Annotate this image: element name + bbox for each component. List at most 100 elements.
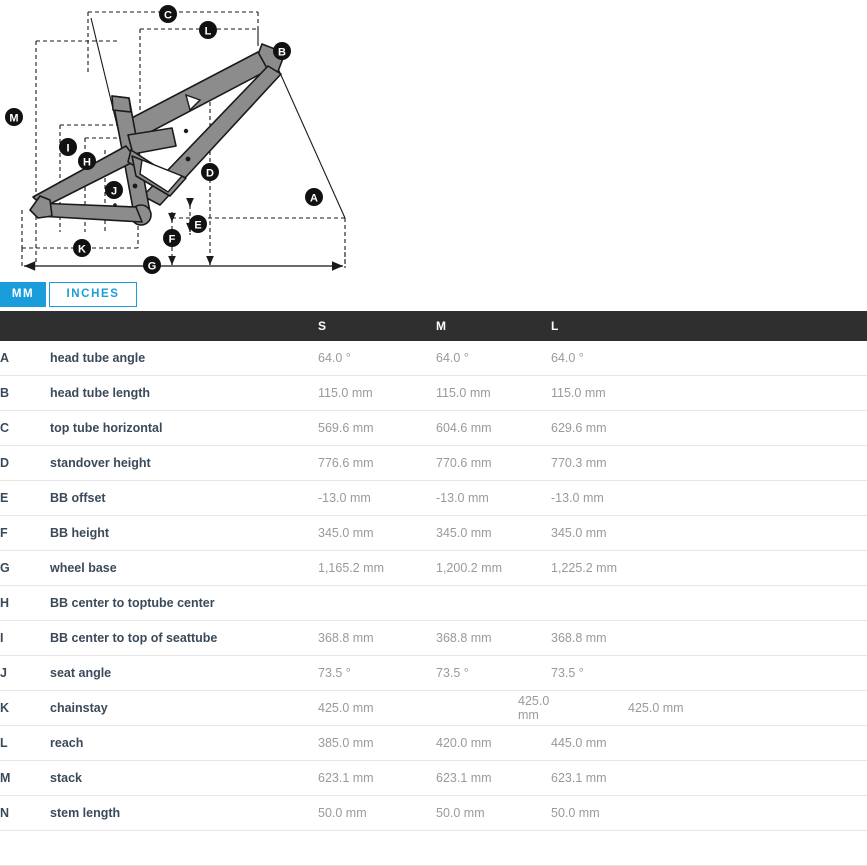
row-value-m: 73.5 ° xyxy=(436,655,551,691)
svg-text:I: I xyxy=(66,143,69,155)
row-letter: D xyxy=(0,445,50,481)
row-value-l: 64.0 ° xyxy=(551,341,867,376)
marker-E: E xyxy=(189,215,207,233)
row-value-m xyxy=(436,830,551,866)
row-value-l: 115.0 mm xyxy=(551,375,867,411)
marker-M: M xyxy=(5,108,23,126)
row-letter xyxy=(0,830,50,866)
row-measurement-name: BB center to toptube center xyxy=(50,585,318,621)
row-value-s: 425.0 mm xyxy=(318,690,436,726)
marker-B: B xyxy=(273,42,291,60)
row-value-m: 115.0 mm xyxy=(436,375,551,411)
geometry-diagram: C L B M I H J D A E F K G xyxy=(0,0,867,282)
unit-toggle-group[interactable]: MM INCHES xyxy=(0,282,137,307)
marker-G: G xyxy=(143,256,161,274)
row-measurement-name: reach xyxy=(50,725,318,761)
table-row: Bhead tube length 115.0 mm 115.0 mm 115.0 m… xyxy=(0,375,867,411)
row-measurement-name: standover height xyxy=(50,445,318,481)
row-value-m: 420.0 mm xyxy=(436,725,551,761)
table-body: Ahead tube angle 64.0 ° 64.0 ° 64.0 ° Bhead … xyxy=(0,341,867,866)
row-measurement-name: wheel base xyxy=(50,550,318,586)
row-value-m: 1,200.2 mm xyxy=(436,550,551,586)
table-row: I BB center to top of seattube 368.8 mm 368… xyxy=(0,620,867,656)
geometry-table: S M L Ahead tube angle 64.0 ° 64.0 ° 64.0 °… xyxy=(0,311,867,866)
row-value-s xyxy=(318,830,436,866)
marker-L: L xyxy=(199,21,217,39)
row-measurement-name: head tube angle xyxy=(50,341,318,376)
table-row: Gwheel base 1,165.2 mm 1,200.2 mm 1,225.2 m… xyxy=(0,550,867,586)
row-value-s: 623.1 mm xyxy=(318,760,436,796)
frame-geometry-svg: C L B M I H J D A E F K G xyxy=(5,5,346,274)
row-value-l: 770.3 mm xyxy=(551,445,867,481)
marker-A: A xyxy=(305,188,323,206)
row-value-m: 345.0 mm xyxy=(436,515,551,551)
table-row: Kchainstay 425.0 mm 425.0 mm 425.0 mm xyxy=(0,690,867,726)
row-value-m: 368.8 mm xyxy=(436,620,551,656)
row-value-m: 64.0 ° xyxy=(436,341,551,376)
marker-C: C xyxy=(159,5,177,23)
svg-text:L: L xyxy=(205,26,212,38)
row-value-l: 425.0 mm xyxy=(551,690,867,726)
svg-text:C: C xyxy=(164,10,172,22)
row-measurement-name xyxy=(50,830,318,866)
svg-text:M: M xyxy=(9,113,18,125)
unit-toggle-inches[interactable]: INCHES xyxy=(49,282,137,307)
svg-text:D: D xyxy=(206,168,214,180)
row-measurement-name: BB height xyxy=(50,515,318,551)
marker-I: I xyxy=(59,138,77,156)
row-value-m: -13.0 mm xyxy=(436,480,551,516)
row-value-l: 50.0 mm xyxy=(551,795,867,831)
row-value-s: 345.0 mm xyxy=(318,515,436,551)
row-value-m: 425.0 mm xyxy=(436,690,551,726)
row-letter: J xyxy=(0,655,50,691)
table-row: Ctop tube horizontal 569.6 mm 604.6 mm 629.… xyxy=(0,410,867,446)
svg-text:E: E xyxy=(194,220,201,232)
unit-toggle-mm[interactable]: MM xyxy=(0,282,46,307)
row-letter: M xyxy=(0,760,50,796)
row-letter: G xyxy=(0,550,50,586)
row-value-l: 368.8 mm xyxy=(551,620,867,656)
row-value-s: 50.0 mm xyxy=(318,795,436,831)
row-value-l: -13.0 mm xyxy=(551,480,867,516)
row-measurement-name: stem length xyxy=(50,795,318,831)
row-letter: L xyxy=(0,725,50,761)
row-letter: K xyxy=(0,690,50,726)
row-value-l xyxy=(551,830,867,866)
table-row: Mstack 623.1 mm 623.1 mm 623.1 mm xyxy=(0,760,867,796)
row-value-m: 770.6 mm xyxy=(436,445,551,481)
header-measure xyxy=(50,311,318,341)
row-value-s: 368.8 mm xyxy=(318,620,436,656)
row-value-l: 73.5 ° xyxy=(551,655,867,691)
row-value-m: 604.6 mm xyxy=(436,410,551,446)
row-letter: H xyxy=(0,585,50,621)
row-letter: I xyxy=(0,620,50,656)
row-value-m xyxy=(436,585,551,621)
row-letter: E xyxy=(0,480,50,516)
row-value-s: 385.0 mm xyxy=(318,725,436,761)
row-letter: C xyxy=(0,410,50,446)
marker-F: F xyxy=(163,229,181,247)
table-header: S M L xyxy=(0,311,867,341)
row-value-s: 1,165.2 mm xyxy=(318,550,436,586)
row-value-l: 345.0 mm xyxy=(551,515,867,551)
svg-text:B: B xyxy=(278,47,286,59)
row-value-m: 623.1 mm xyxy=(436,760,551,796)
header-size-s: S xyxy=(318,311,436,341)
svg-text:K: K xyxy=(78,244,86,256)
table-row: F BB height 345.0 mm 345.0 mm 345.0 mm xyxy=(0,515,867,551)
row-measurement-name: stack xyxy=(50,760,318,796)
table-row: Dstandover height 776.6 mm 770.6 mm 770.3 m… xyxy=(0,445,867,481)
bike-frame xyxy=(29,43,286,226)
row-value-s: 115.0 mm xyxy=(318,375,436,411)
row-measurement-name: BB center to top of seattube xyxy=(50,620,318,656)
marker-D: D xyxy=(201,163,219,181)
table-row: Nstem length 50.0 mm 50.0 mm 50.0 mm xyxy=(0,795,867,831)
header-size-m: M xyxy=(436,311,551,341)
header-size-l: L xyxy=(551,311,867,341)
header-letter xyxy=(0,311,50,341)
row-value-s: 73.5 ° xyxy=(318,655,436,691)
marker-J: J xyxy=(105,181,123,199)
row-letter: A xyxy=(0,341,50,376)
table-row: H BB center to toptube center xyxy=(0,585,867,621)
row-letter: B xyxy=(0,375,50,411)
